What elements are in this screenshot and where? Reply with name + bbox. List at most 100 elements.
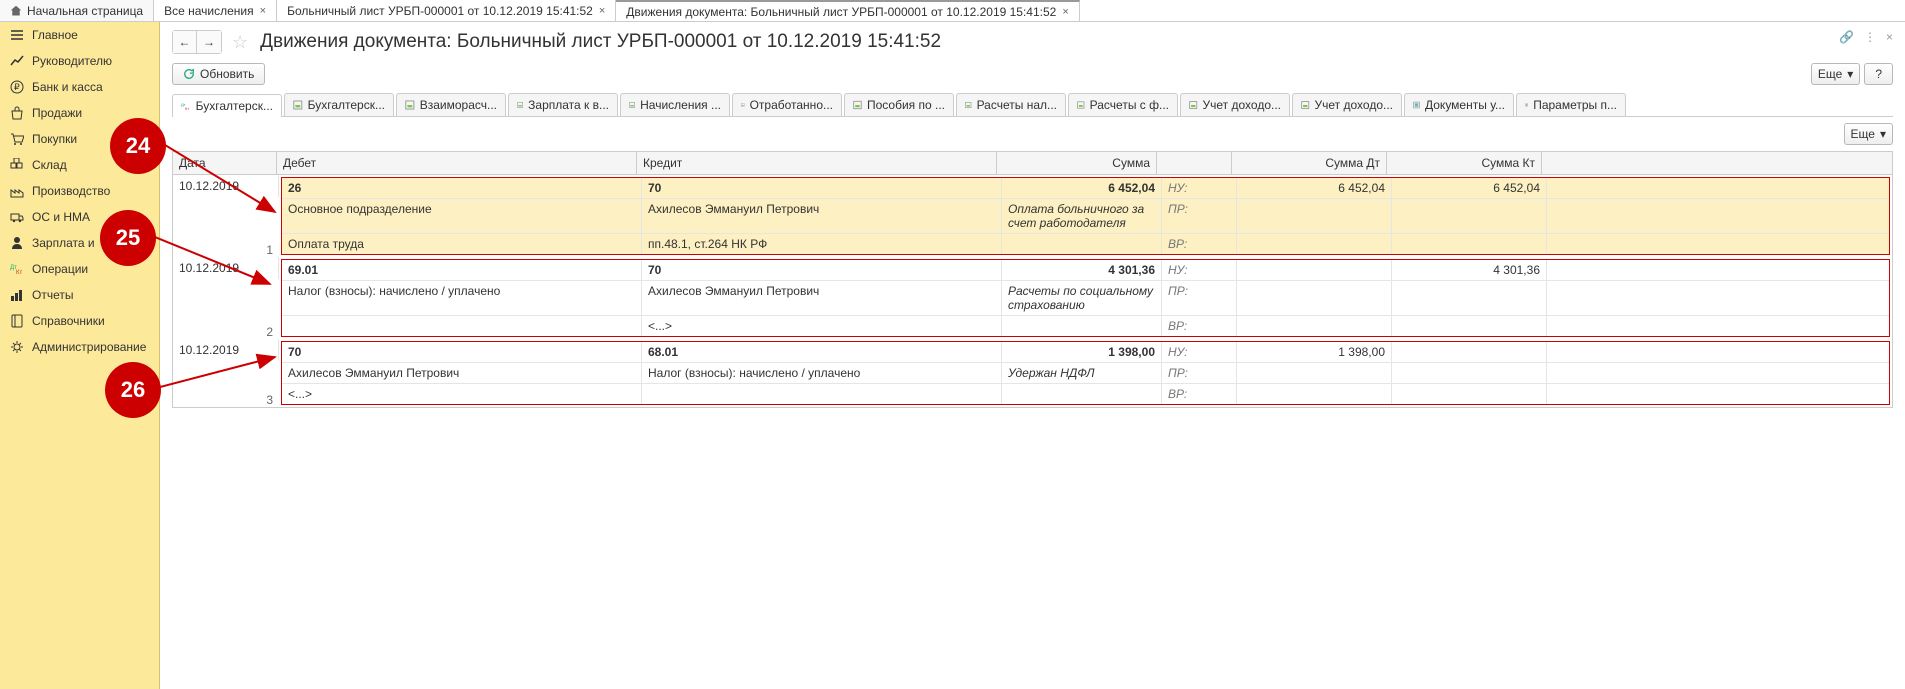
reg-tab[interactable]: Зарплата к в... — [508, 93, 618, 116]
reg-tab[interactable]: Начисления ... — [620, 93, 730, 116]
reg-tab[interactable]: Учет доходо... — [1180, 93, 1290, 116]
nu-label: НУ: — [1162, 342, 1237, 362]
register-tabs: ДтКт Бухгалтерск... Бухгалтерск... Взаим… — [172, 93, 1893, 117]
annotation-arrow — [155, 232, 280, 292]
amount: 4 301,36 — [1002, 260, 1162, 280]
forward-button[interactable]: → — [197, 31, 221, 53]
refresh-button[interactable]: Обновить — [172, 63, 265, 85]
reg-tab-accounting[interactable]: ДтКт Бухгалтерск... — [172, 94, 282, 117]
operation-description: Удержан НДФЛ — [1002, 363, 1162, 383]
reg-tab[interactable]: Взаиморасч... — [396, 93, 506, 116]
top-tabs: Начальная страница Все начисления × Боль… — [0, 0, 1905, 22]
person-icon — [10, 236, 24, 250]
sum-dt: 6 452,04 — [1237, 178, 1392, 198]
register-icon — [517, 99, 523, 111]
refresh-icon — [183, 68, 195, 80]
sidebar-item-directories[interactable]: Справочники — [0, 308, 159, 334]
kebab-icon[interactable]: ⋮ — [1864, 30, 1876, 44]
reg-tab[interactable]: Расчеты нал... — [956, 93, 1066, 116]
entry-row-3[interactable]: 10.12.2019 3 70 68.01 1 398,00 НУ: 1 398… — [173, 339, 1892, 407]
sum-kt: 6 452,04 — [1392, 178, 1547, 198]
reg-tab[interactable]: Учет доходо... — [1292, 93, 1402, 116]
operation-description: Расчеты по социальному страхованию — [1002, 281, 1162, 315]
favorite-star-icon[interactable]: ☆ — [232, 32, 248, 53]
header-sumdt[interactable]: Сумма Дт — [1232, 152, 1387, 174]
debit-analytics: Основное подразделение — [282, 199, 642, 233]
debit-analytics: Налог (взносы): начислено / уплачено — [282, 281, 642, 315]
link-icon[interactable]: 🔗 — [1839, 30, 1854, 44]
sum-kt: 4 301,36 — [1392, 260, 1547, 280]
vr-label: ВР: — [1162, 384, 1237, 404]
pr-label: ПР: — [1162, 363, 1237, 383]
cart-icon — [10, 132, 24, 146]
register-icon — [405, 99, 415, 111]
register-icon — [741, 99, 745, 111]
sidebar-item-main[interactable]: Главное — [0, 22, 159, 48]
credit-analytics: Налог (взносы): начислено / уплачено — [642, 363, 1002, 383]
chart-line-icon — [10, 54, 24, 68]
reg-tab[interactable]: Параметры п... — [1516, 93, 1626, 116]
credit-analytics: Ахилесов Эммануил Петрович — [642, 199, 1002, 233]
book-icon — [10, 314, 24, 328]
tab-home[interactable]: Начальная страница — [0, 0, 154, 21]
help-button[interactable]: ? — [1864, 63, 1893, 85]
factory-icon — [10, 184, 24, 198]
tab-document-movements[interactable]: Движения документа: Больничный лист УРБП… — [616, 0, 1079, 21]
truck-icon — [10, 210, 24, 224]
close-icon[interactable]: × — [599, 5, 605, 17]
reg-tab[interactable]: Отработанно... — [732, 93, 842, 116]
header-credit[interactable]: Кредит — [637, 152, 997, 174]
ruble-icon: ₽ — [10, 80, 24, 94]
home-icon — [10, 5, 22, 17]
entry-row-2[interactable]: 10.12.2019 2 69.01 70 4 301,36 НУ: 4 301… — [173, 257, 1892, 339]
sidebar-item-admin[interactable]: Администрирование — [0, 334, 159, 360]
dtkt-icon: ДтКт — [10, 262, 24, 276]
hamburger-icon — [10, 28, 24, 42]
debit-account: 69.01 — [282, 260, 642, 280]
reg-tab[interactable]: Расчеты с ф... — [1068, 93, 1178, 116]
pr-label: ПР: — [1162, 281, 1237, 315]
close-icon[interactable]: × — [260, 5, 266, 17]
info-register-icon — [1413, 99, 1420, 111]
close-icon[interactable]: × — [1062, 6, 1068, 18]
register-icon — [293, 99, 303, 111]
more-button-top[interactable]: Еще ▾ — [1811, 63, 1860, 85]
header-debit[interactable]: Дебет — [277, 152, 637, 174]
back-button[interactable]: ← — [173, 31, 197, 53]
sum-kt — [1392, 342, 1547, 362]
chevron-down-icon: ▾ — [1880, 127, 1886, 141]
entry-row-1[interactable]: 10.12.2019 1 26 70 6 452,04 НУ: 6 452,04… — [173, 175, 1892, 257]
header-sumkt[interactable]: Сумма Кт — [1387, 152, 1542, 174]
dtkt-icon: ДтКт — [181, 100, 191, 112]
debit-analytics-2 — [282, 316, 642, 336]
reg-tab[interactable]: Документы у... — [1404, 93, 1514, 116]
sum-dt: 1 398,00 — [1237, 342, 1392, 362]
tab-all-accruals[interactable]: Все начисления × — [154, 0, 277, 21]
svg-text:Кт: Кт — [16, 270, 22, 276]
annotation-arrow — [160, 352, 285, 392]
more-button-grid[interactable]: Еще ▾ — [1844, 123, 1893, 145]
reg-tab[interactable]: Пособия по ... — [844, 93, 954, 116]
sidebar-item-manager[interactable]: Руководителю — [0, 48, 159, 74]
annotation-badge-24: 24 — [110, 118, 166, 174]
credit-analytics-2 — [642, 384, 1002, 404]
header-nu — [1157, 152, 1232, 174]
header-sum[interactable]: Сумма — [997, 152, 1157, 174]
sidebar-item-reports[interactable]: Отчеты — [0, 282, 159, 308]
register-icon — [1077, 99, 1085, 111]
page-title: Движения документа: Больничный лист УРБП… — [260, 31, 941, 53]
credit-account: 70 — [642, 260, 1002, 280]
tab-sick-leave[interactable]: Больничный лист УРБП-000001 от 10.12.201… — [277, 0, 616, 21]
sidebar-item-bank[interactable]: ₽ Банк и касса — [0, 74, 159, 100]
operation-description: Оплата больничного за счет работодателя — [1002, 199, 1162, 233]
debit-account: 70 — [282, 342, 642, 362]
reg-tab[interactable]: Бухгалтерск... — [284, 93, 394, 116]
entry-number: 3 — [173, 393, 279, 407]
pr-label: ПР: — [1162, 199, 1237, 233]
gear-icon — [10, 340, 24, 354]
sum-dt — [1237, 260, 1392, 280]
annotation-arrow — [165, 140, 285, 220]
sidebar-item-production[interactable]: Производство — [0, 178, 159, 204]
close-window-icon[interactable]: × — [1886, 30, 1893, 44]
chevron-down-icon: ▾ — [1847, 67, 1853, 81]
